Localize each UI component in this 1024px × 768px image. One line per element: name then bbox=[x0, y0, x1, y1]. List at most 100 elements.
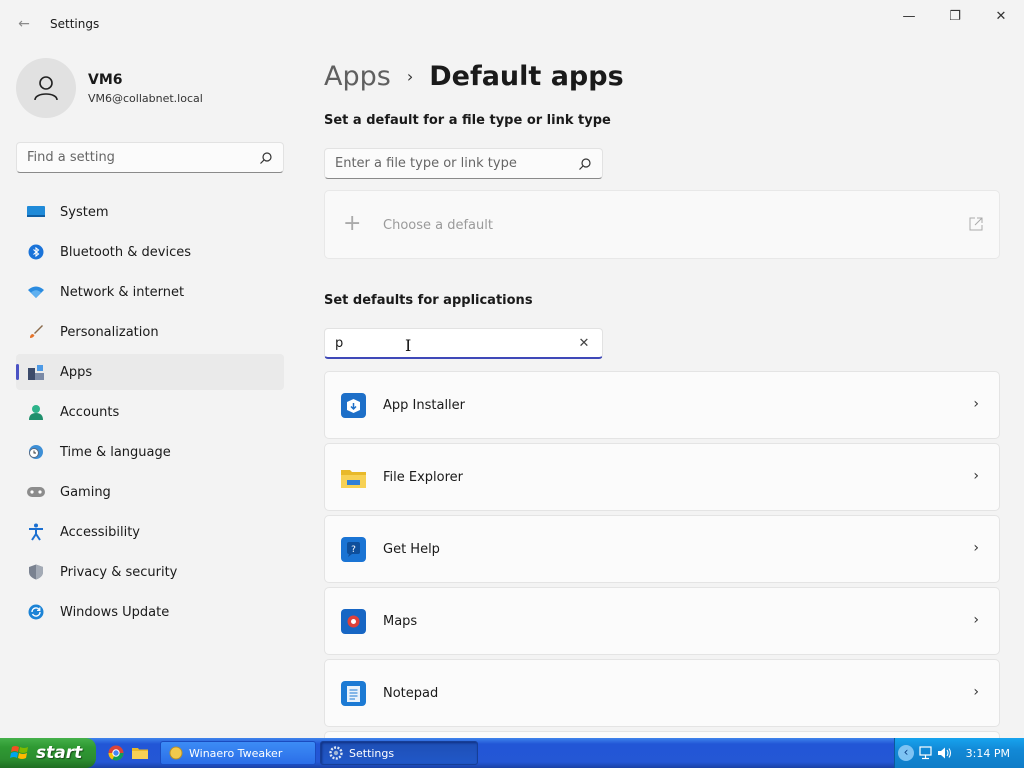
app-row-app-installer[interactable]: App Installer › bbox=[324, 371, 1000, 439]
shield-icon bbox=[26, 562, 46, 582]
sidebar-item-system[interactable]: System bbox=[16, 194, 284, 230]
app-name: App Installer bbox=[383, 398, 466, 413]
person-icon bbox=[26, 402, 46, 422]
sidebar-item-time-language[interactable]: Time & language bbox=[16, 434, 284, 470]
sidebar-item-apps[interactable]: Apps bbox=[16, 354, 284, 390]
sidebar-item-label: Personalization bbox=[60, 324, 159, 340]
sidebar-item-windows-update[interactable]: Windows Update bbox=[16, 594, 284, 630]
choose-default-card: + Choose a default bbox=[324, 190, 1000, 259]
sidebar-item-gaming[interactable]: Gaming bbox=[16, 474, 284, 510]
find-setting-input[interactable] bbox=[27, 150, 259, 165]
text-cursor-icon: I bbox=[405, 336, 412, 355]
chevron-right-icon: › bbox=[973, 684, 979, 700]
open-external-icon bbox=[969, 217, 983, 231]
sidebar-nav: System Bluetooth & devices Network & int… bbox=[16, 194, 284, 634]
app-name: Maps bbox=[383, 614, 418, 629]
app-name: Notepad bbox=[383, 686, 439, 701]
clock-globe-icon bbox=[26, 442, 46, 462]
sidebar-search-box[interactable] bbox=[16, 142, 284, 173]
task-label: Settings bbox=[349, 746, 395, 760]
sidebar-item-label: Apps bbox=[60, 364, 93, 380]
title-bar: ← Settings — ❐ ✕ bbox=[0, 0, 1024, 48]
applications-search-input[interactable] bbox=[335, 335, 576, 351]
volume-icon[interactable] bbox=[937, 746, 953, 760]
choose-default-label: Choose a default bbox=[383, 218, 493, 233]
winaero-tweaker-icon bbox=[169, 746, 183, 760]
application-list: App Installer › File Explorer › ? Get He… bbox=[324, 371, 1000, 755]
clock[interactable]: 3:14 PM bbox=[966, 747, 1010, 760]
avatar[interactable] bbox=[16, 58, 76, 118]
person-icon bbox=[34, 76, 58, 101]
svg-text:?: ? bbox=[351, 545, 356, 555]
sidebar-item-label: Time & language bbox=[60, 444, 171, 460]
clear-search-icon[interactable]: ✕ bbox=[576, 336, 592, 351]
breadcrumb: Apps › Default apps bbox=[324, 58, 624, 94]
app-row-file-explorer[interactable]: File Explorer › bbox=[324, 443, 1000, 511]
chevron-right-icon: › bbox=[973, 396, 979, 412]
chevron-right-icon: › bbox=[973, 468, 979, 484]
file-type-search-box[interactable] bbox=[324, 148, 603, 179]
monitor-icon bbox=[26, 202, 46, 222]
file-type-heading: Set a default for a file type or link ty… bbox=[324, 113, 611, 128]
gamepad-icon bbox=[26, 482, 46, 502]
app-name: Get Help bbox=[383, 542, 440, 557]
tray-expand-icon[interactable]: ‹ bbox=[898, 745, 914, 761]
task-label: Winaero Tweaker bbox=[189, 746, 283, 760]
taskbar: start Winaero Tweaker Settings ‹ 3:14 PM bbox=[0, 738, 1024, 768]
sidebar-item-label: Network & internet bbox=[60, 284, 185, 300]
sidebar-item-label: Accounts bbox=[60, 404, 120, 420]
app-installer-icon bbox=[341, 393, 366, 418]
sidebar-item-privacy[interactable]: Privacy & security bbox=[16, 554, 284, 590]
sidebar-item-label: Accessibility bbox=[60, 524, 140, 540]
taskbar-button-settings[interactable]: Settings bbox=[320, 741, 478, 765]
app-row-maps[interactable]: Maps › bbox=[324, 587, 1000, 655]
system-tray: ‹ 3:14 PM bbox=[894, 738, 1024, 768]
sidebar-item-label: Gaming bbox=[60, 484, 111, 500]
brush-icon bbox=[26, 322, 46, 342]
folder-icon[interactable] bbox=[132, 745, 148, 761]
app-row-get-help[interactable]: ? Get Help › bbox=[324, 515, 1000, 583]
file-type-input[interactable] bbox=[335, 156, 578, 171]
apps-icon bbox=[26, 362, 46, 382]
sidebar-item-accounts[interactable]: Accounts bbox=[16, 394, 284, 430]
sidebar-item-label: System bbox=[60, 204, 109, 220]
network-tray-icon[interactable] bbox=[919, 746, 935, 760]
chrome-icon[interactable] bbox=[108, 745, 124, 761]
search-icon[interactable] bbox=[259, 151, 273, 165]
user-email: VM6@collabnet.local bbox=[88, 92, 203, 105]
page-title: Default apps bbox=[429, 60, 624, 92]
applications-heading: Set defaults for applications bbox=[324, 293, 533, 308]
windows-logo-icon bbox=[10, 746, 28, 759]
gear-icon bbox=[329, 746, 343, 760]
notepad-icon bbox=[341, 681, 366, 706]
breadcrumb-apps-link[interactable]: Apps bbox=[324, 61, 391, 92]
sidebar-item-bluetooth[interactable]: Bluetooth & devices bbox=[16, 234, 284, 270]
minimize-button[interactable]: — bbox=[886, 0, 932, 32]
applications-search-box[interactable]: ✕ bbox=[324, 328, 603, 359]
taskbar-button-winaero-tweaker[interactable]: Winaero Tweaker bbox=[160, 741, 316, 765]
app-row-notepad[interactable]: Notepad › bbox=[324, 659, 1000, 727]
maps-icon bbox=[341, 609, 366, 634]
start-button[interactable]: start bbox=[0, 738, 96, 768]
app-name: File Explorer bbox=[383, 470, 464, 485]
close-button[interactable]: ✕ bbox=[978, 0, 1024, 32]
start-label: start bbox=[36, 743, 83, 763]
chevron-right-icon: › bbox=[973, 540, 979, 556]
help-icon: ? bbox=[341, 537, 366, 562]
sidebar-item-network[interactable]: Network & internet bbox=[16, 274, 284, 310]
wifi-icon bbox=[26, 282, 46, 302]
sidebar-item-label: Bluetooth & devices bbox=[60, 244, 191, 260]
search-icon[interactable] bbox=[578, 157, 592, 171]
bluetooth-icon bbox=[26, 242, 46, 262]
sidebar-item-label: Windows Update bbox=[60, 604, 170, 620]
chevron-right-icon: › bbox=[406, 66, 414, 86]
maximize-button[interactable]: ❐ bbox=[932, 0, 978, 32]
sidebar-item-label: Privacy & security bbox=[60, 564, 178, 580]
user-name: VM6 bbox=[88, 72, 123, 88]
back-button[interactable]: ← bbox=[12, 12, 36, 36]
sidebar-item-personalization[interactable]: Personalization bbox=[16, 314, 284, 350]
update-icon bbox=[26, 602, 46, 622]
window-title: Settings bbox=[50, 17, 100, 31]
folder-icon bbox=[341, 465, 366, 490]
sidebar-item-accessibility[interactable]: Accessibility bbox=[16, 514, 284, 550]
